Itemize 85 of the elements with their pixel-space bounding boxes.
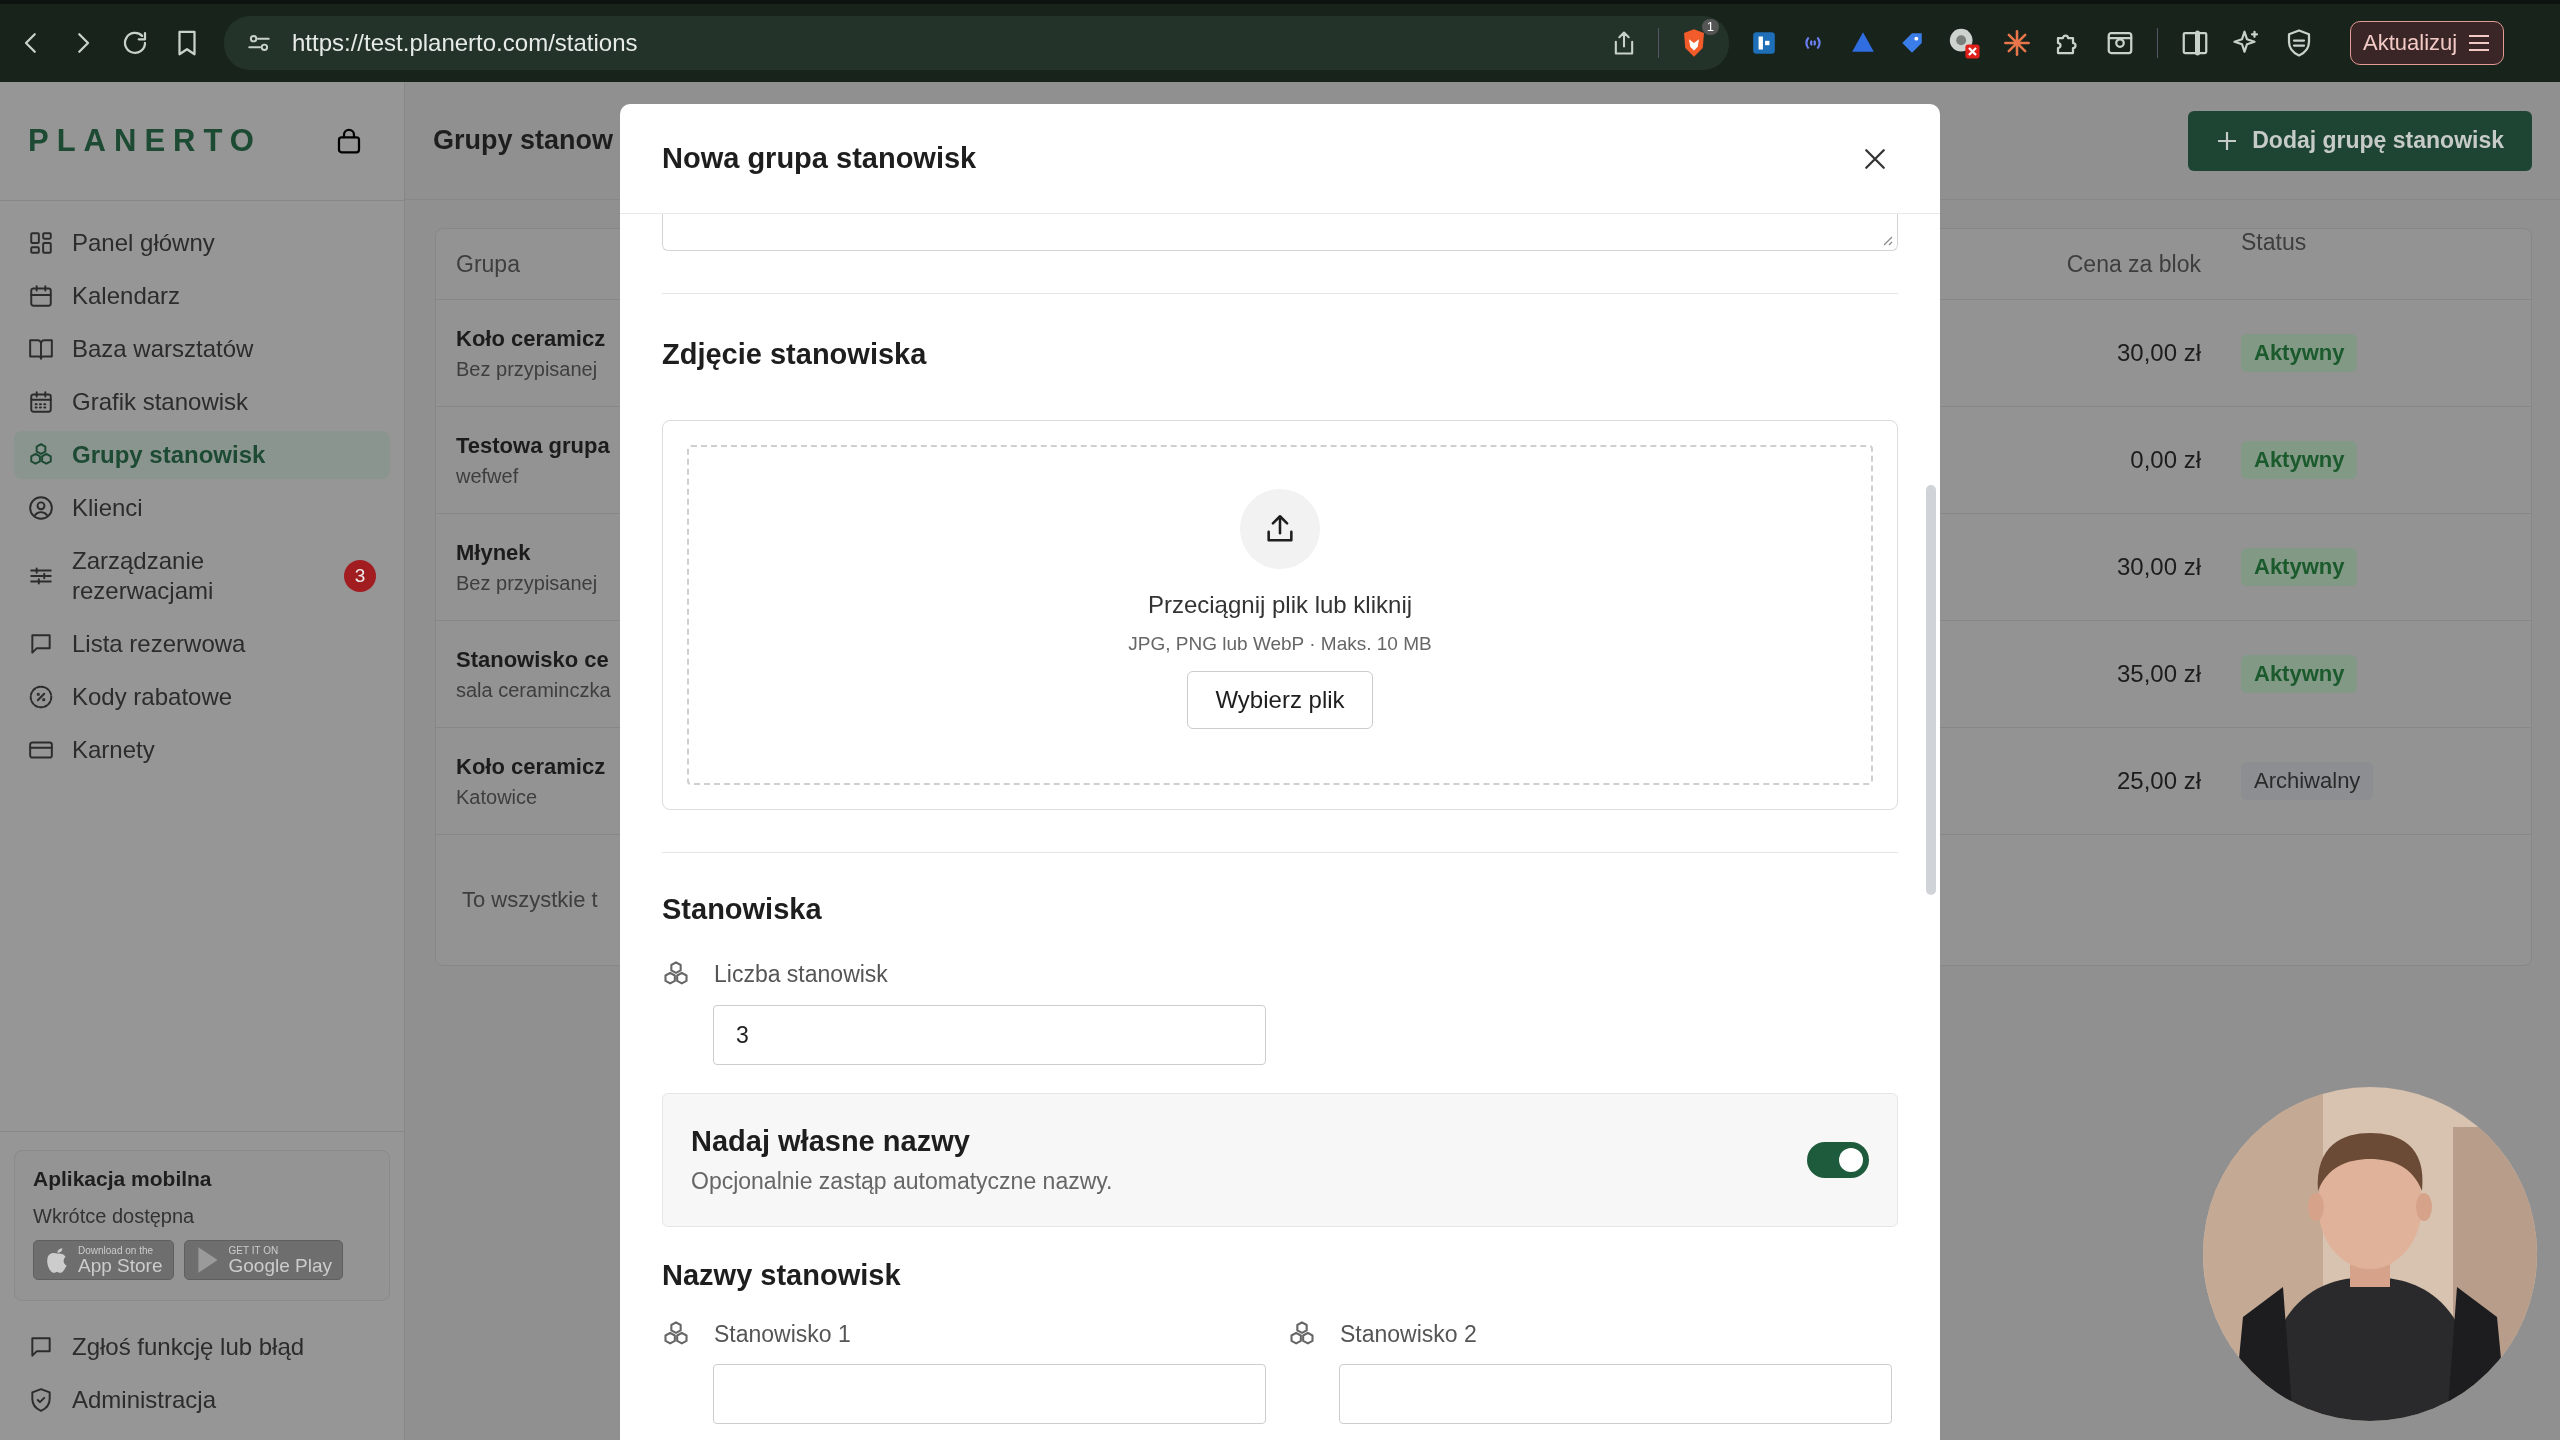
group-location: wefwef bbox=[456, 464, 520, 488]
card-title: Aplikacja mobilna bbox=[33, 1167, 213, 1191]
blocked-extension-icon[interactable] bbox=[1947, 26, 1981, 60]
nav-item[interactable]: Karnety bbox=[14, 726, 390, 774]
nav-item[interactable]: Zarządzanie rezerwacjami 3 bbox=[14, 537, 390, 615]
nav-item[interactable]: Grafik stanowisk bbox=[14, 378, 390, 426]
count-input[interactable]: 3 bbox=[713, 1005, 1266, 1065]
sidebar-icon[interactable] bbox=[2180, 28, 2210, 58]
grid-icon bbox=[28, 230, 54, 256]
menu-icon bbox=[2467, 32, 2492, 54]
field-label: Stanowisko 2 bbox=[1340, 1320, 1477, 1348]
name-input[interactable] bbox=[713, 1364, 1266, 1424]
message-icon bbox=[28, 1334, 54, 1360]
price-cell: 30,00 zł bbox=[2116, 553, 2201, 581]
price-cell: 35,00 zł bbox=[2116, 660, 2201, 688]
nav-item[interactable]: Klienci bbox=[14, 484, 390, 532]
section-heading: Zdjęcie stanowiska bbox=[662, 337, 928, 372]
group-location: Bez przypisanej bbox=[456, 357, 599, 381]
group-name: Koło ceramicz bbox=[456, 325, 607, 352]
setting-description: Opcjonalnie zastąp automatyczne nazwy. bbox=[691, 1168, 1113, 1195]
group-location: sala ceraminczka bbox=[456, 678, 612, 702]
logo[interactable]: PLANERTO bbox=[28, 123, 262, 159]
scrollbar-thumb[interactable] bbox=[1926, 485, 1936, 895]
count-badge: 3 bbox=[344, 560, 376, 592]
nav-item[interactable]: Grupy stanowisk bbox=[14, 431, 390, 479]
section-heading: Nazwy stanowisk bbox=[662, 1258, 902, 1293]
price-cell: 0,00 zł bbox=[2130, 446, 2201, 474]
starburst-icon[interactable] bbox=[2003, 29, 2031, 57]
nav-item[interactable]: Baza warsztatów bbox=[14, 325, 390, 373]
resize-handle-icon[interactable] bbox=[1881, 234, 1893, 246]
apple-icon bbox=[44, 1245, 70, 1275]
nav-item[interactable]: Kody rabatowe bbox=[14, 673, 390, 721]
page-title: Grupy stanow bbox=[433, 125, 614, 156]
group-name: Stanowisko ce bbox=[456, 646, 610, 673]
description-field[interactable] bbox=[662, 214, 1898, 251]
store-badge[interactable]: GET IT ON Google Play bbox=[183, 1240, 343, 1280]
update-button[interactable]: Aktualizuj bbox=[2350, 21, 2505, 65]
column-header: Status bbox=[2241, 229, 2307, 256]
field-label: Liczba stanowisk bbox=[714, 960, 888, 988]
status-tag: Aktywny bbox=[2241, 441, 2358, 479]
nav-item[interactable]: Kalendarz bbox=[14, 272, 390, 320]
toggle-switch[interactable] bbox=[1807, 1142, 1869, 1178]
message-icon bbox=[28, 631, 54, 657]
group-location: Bez przypisanej bbox=[456, 571, 599, 595]
column-header: Grupa bbox=[456, 250, 520, 278]
nav-item[interactable]: Zgłoś funkcję lub błąd bbox=[14, 1323, 390, 1371]
group-location: Katowice bbox=[456, 785, 539, 809]
user-circle-icon bbox=[28, 495, 54, 521]
book-icon bbox=[28, 336, 54, 362]
count-badge: 1 bbox=[1701, 19, 1719, 35]
calendar-grid-icon bbox=[28, 389, 54, 415]
nav-item[interactable]: Lista rezerwowa bbox=[14, 620, 390, 668]
table-footer-text: To wszystkie t bbox=[462, 887, 598, 913]
store-badge[interactable]: Download on the App Store bbox=[33, 1240, 174, 1280]
add-group-button[interactable]: Dodaj grupę stanowisk bbox=[2188, 110, 2532, 171]
status-tag: Aktywny bbox=[2241, 548, 2358, 586]
section-heading: Stanowiska bbox=[662, 892, 823, 927]
dropzone-text: Przeciągnij plik lub kliknij bbox=[1147, 591, 1413, 619]
status-tag: Archiwalny bbox=[2241, 762, 2374, 800]
nav-item[interactable]: Panel główny bbox=[14, 219, 390, 267]
group-name: Koło ceramicz bbox=[456, 753, 607, 780]
extension-icon[interactable] bbox=[1751, 30, 1777, 56]
upload-dropzone[interactable]: Przeciągnij plik lub kliknij JPG, PNG lub WebP · Maks. 10 MB Wybierz plik bbox=[687, 445, 1873, 785]
name-input[interactable] bbox=[1339, 1364, 1892, 1424]
choose-file-button[interactable]: Wybierz plik bbox=[1187, 671, 1373, 729]
field-label: Stanowisko 1 bbox=[714, 1320, 851, 1348]
address-bar[interactable]: https://test.planerto.com/stations 1 bbox=[224, 16, 1729, 70]
shield-check-icon bbox=[28, 1387, 54, 1413]
plus-icon bbox=[2216, 129, 2239, 152]
boxes-icon bbox=[28, 442, 54, 468]
discount-icon bbox=[28, 684, 54, 710]
status-tag: Aktywny bbox=[2241, 334, 2358, 372]
setting-title: Nadaj własne nazwy bbox=[691, 1125, 971, 1158]
card-subtitle: Wkrótce dostępna bbox=[33, 1205, 196, 1228]
column-header: Cena za blok bbox=[2066, 250, 2201, 278]
calendar-icon bbox=[28, 283, 54, 309]
nav-item[interactable]: Administracja bbox=[14, 1376, 390, 1424]
price-cell: 25,00 zł bbox=[2116, 767, 2201, 795]
group-name: Testowa grupa bbox=[456, 432, 611, 459]
price-cell: 30,00 zł bbox=[2116, 339, 2201, 367]
file-hint: JPG, PNG lub WebP · Maks. 10 MB bbox=[1128, 633, 1432, 655]
status-tag: Aktywny bbox=[2241, 655, 2358, 693]
url-text: https://test.planerto.com/stations bbox=[292, 29, 639, 57]
dialog-title: Nowa grupa stanowisk bbox=[662, 142, 977, 175]
group-name: Młynek bbox=[456, 539, 532, 566]
